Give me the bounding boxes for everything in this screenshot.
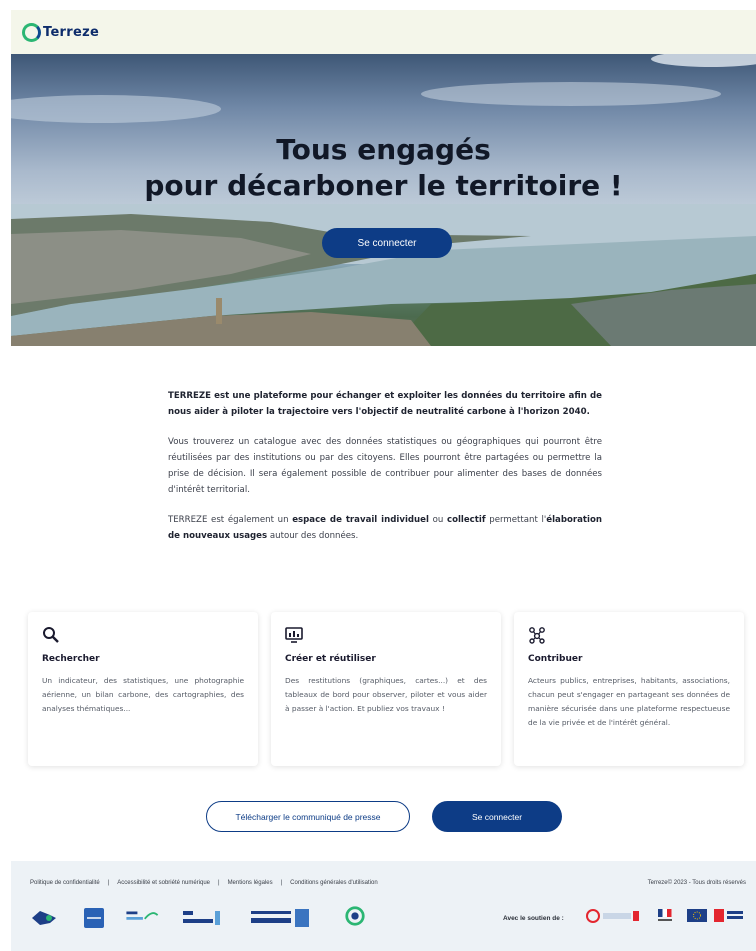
- feature-cards: Rechercher Un indicateur, des statistiqu…: [28, 612, 746, 768]
- intro-p3-bold-1: espace de travail individuel: [292, 515, 429, 525]
- action-buttons: Télécharger le communiqué de presse Se c…: [206, 801, 562, 833]
- footer-separator: |: [107, 880, 110, 886]
- footer-link-legal[interactable]: Mentions légales: [228, 880, 273, 886]
- partner-logo-port-icon[interactable]: [123, 906, 161, 928]
- terreze-logo[interactable]: Terreze: [22, 22, 100, 42]
- hero-title: Tous engagés pour décarboner le territoi…: [11, 132, 756, 204]
- support-logo-republique-icon[interactable]: [657, 907, 673, 925]
- partner-logo-agglomeration-icon[interactable]: [249, 907, 311, 929]
- intro-p3-text-2: ou: [428, 515, 447, 525]
- support-logo-france-relance-icon[interactable]: [585, 907, 641, 925]
- hero-banner: Tous engagés pour décarboner le territoi…: [11, 54, 756, 346]
- download-press-release-button[interactable]: Télécharger le communiqué de presse: [206, 801, 410, 832]
- search-icon: [42, 626, 244, 648]
- footer-separator: |: [218, 880, 220, 886]
- intro-p3-text-4: autour des données.: [267, 531, 359, 541]
- intro-p3-text-3: permettant l': [485, 515, 547, 525]
- hero-title-line-2: pour décarboner le territoire !: [144, 169, 623, 202]
- card-rechercher[interactable]: Rechercher Un indicateur, des statistiqu…: [28, 612, 258, 766]
- dashboard-icon: [285, 626, 487, 648]
- intro-section: TERREZE est une plateforme pour échanger…: [168, 388, 602, 558]
- footer-link-privacy[interactable]: Politique de confidentialité: [30, 880, 100, 886]
- card-text: Acteurs publics, entreprises, habitants,…: [528, 676, 730, 727]
- intro-lead: TERREZE est une plateforme pour échanger…: [168, 391, 602, 417]
- card-contribuer[interactable]: Contribuer Acteurs publics, entreprises,…: [514, 612, 744, 766]
- partner-logo-region-icon[interactable]: [83, 907, 105, 929]
- intro-p3-bold-2: collectif: [446, 515, 486, 525]
- card-creer-reutiliser[interactable]: Créer et réutiliser Des restitutions (gr…: [271, 612, 501, 766]
- site-header: Terreze: [11, 10, 756, 54]
- support-logo-eu-icon[interactable]: [686, 907, 708, 925]
- network-icon: [528, 626, 730, 648]
- intro-p3-text-1: TERREZE est également un: [168, 515, 293, 525]
- footer-links: Politique de confidentialité | Accessibi…: [30, 880, 378, 886]
- card-title: Rechercher: [42, 654, 100, 664]
- site-footer: Politique de confidentialité | Accessibi…: [11, 861, 756, 951]
- hero-title-line-1: Tous engagés: [276, 133, 491, 166]
- card-text: Un indicateur, des statistiques, une pho…: [42, 676, 244, 713]
- brand-name: Terreze: [43, 24, 100, 40]
- login-button[interactable]: Se connecter: [432, 801, 562, 832]
- support-label: Avec le soutien de :: [503, 915, 564, 922]
- footer-link-terms[interactable]: Conditions générales d'utilisation: [290, 880, 378, 886]
- hero-login-button[interactable]: Se connecter: [322, 228, 452, 258]
- card-title: Créer et réutiliser: [285, 654, 376, 664]
- partner-logo-la-rochelle-icon[interactable]: [181, 907, 223, 929]
- intro-paragraph-2: Vous trouverez un catalogue avec des don…: [168, 437, 602, 495]
- footer-link-accessibility[interactable]: Accessibilité et sobriété numérique: [117, 880, 210, 886]
- intro-paragraph-3: TERREZE est également un espace de trava…: [168, 512, 602, 544]
- footer-separator: |: [280, 880, 283, 886]
- support-logo-ademe-icon[interactable]: [713, 907, 745, 925]
- logo-ring-icon: [22, 22, 41, 42]
- partner-logo-ring-icon[interactable]: [343, 905, 367, 927]
- partner-logo-agglo-icon[interactable]: [30, 907, 58, 929]
- card-text: Des restitutions (graphiques, cartes...)…: [285, 676, 487, 713]
- card-title: Contribuer: [528, 654, 583, 664]
- copyright: Terreze© 2023 - Tous droits réservés: [647, 880, 746, 886]
